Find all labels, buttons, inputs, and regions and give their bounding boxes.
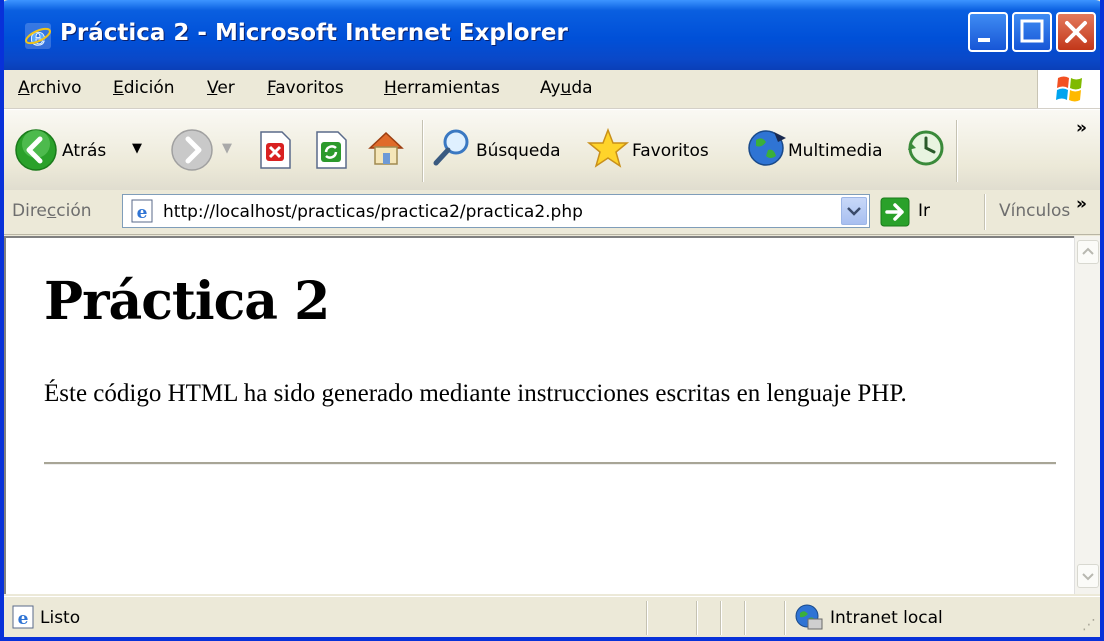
menu-bar: Archivo Edición Ver Favoritos Herramient… bbox=[4, 70, 1100, 109]
address-input[interactable]: e http://localhost/practicas/practica2/p… bbox=[122, 194, 870, 228]
status-separator bbox=[744, 601, 746, 635]
go-button[interactable] bbox=[880, 197, 910, 231]
browser-window: e Práctica 2 - Microsoft Internet Explor… bbox=[0, 0, 1104, 641]
minimize-button[interactable] bbox=[968, 12, 1008, 52]
menu-archivo[interactable]: Archivo bbox=[18, 78, 82, 98]
toolbar-separator-end bbox=[956, 120, 958, 182]
go-arrow-icon bbox=[880, 197, 910, 227]
window-title: Práctica 2 - Microsoft Internet Explorer bbox=[60, 20, 568, 46]
scroll-up-button[interactable] bbox=[1077, 240, 1099, 264]
minimize-icon bbox=[978, 38, 990, 42]
menu-favoritos[interactable]: Favoritos bbox=[267, 78, 344, 98]
intranet-zone-icon bbox=[794, 603, 824, 635]
media-button[interactable] bbox=[744, 126, 788, 175]
forward-dropdown-icon[interactable]: ▼ bbox=[222, 141, 232, 156]
svg-text:e: e bbox=[30, 22, 45, 50]
stop-button[interactable] bbox=[256, 130, 294, 175]
stop-icon bbox=[260, 131, 291, 169]
toolbar-chevron-icon[interactable]: » bbox=[1076, 118, 1087, 138]
menu-ver[interactable]: Ver bbox=[207, 78, 235, 98]
status-separator bbox=[646, 601, 648, 635]
ie-logo-icon: e bbox=[24, 22, 52, 51]
media-label[interactable]: Multimedia bbox=[788, 141, 883, 161]
forward-arrow-icon bbox=[171, 129, 213, 171]
windows-logo-icon bbox=[1037, 70, 1100, 108]
back-arrow-icon bbox=[15, 129, 57, 171]
address-url[interactable]: http://localhost/practicas/practica2/pra… bbox=[163, 202, 583, 222]
back-dropdown-icon[interactable]: ▼ bbox=[132, 141, 142, 156]
menu-edicion[interactable]: Edición bbox=[113, 78, 175, 98]
vertical-scrollbar[interactable] bbox=[1074, 236, 1100, 594]
close-icon bbox=[1065, 21, 1087, 43]
page-viewport: Práctica 2 Éste código HTML ha sido gene… bbox=[4, 236, 1074, 594]
toolbar-separator bbox=[422, 120, 424, 182]
chevron-up-icon bbox=[1082, 247, 1094, 255]
svg-text:e: e bbox=[137, 203, 148, 223]
svg-text:e: e bbox=[18, 609, 29, 629]
status-bar: e Listo Intranet local ⋰ bbox=[4, 596, 1100, 637]
address-dropdown-button[interactable] bbox=[841, 197, 867, 225]
history-button[interactable] bbox=[904, 126, 948, 175]
star-icon bbox=[586, 127, 630, 168]
search-label[interactable]: Búsqueda bbox=[476, 141, 561, 161]
address-separator bbox=[984, 194, 986, 230]
status-text: Listo bbox=[40, 608, 81, 628]
forward-button[interactable] bbox=[170, 128, 214, 177]
status-separator bbox=[720, 601, 722, 635]
back-label[interactable]: Atrás bbox=[62, 141, 106, 161]
page-paragraph: Éste código HTML ha sido generado median… bbox=[44, 380, 907, 407]
maximize-button[interactable] bbox=[1012, 12, 1052, 52]
status-separator bbox=[784, 601, 786, 635]
title-bar[interactable]: e Práctica 2 - Microsoft Internet Explor… bbox=[4, 0, 1100, 70]
back-button[interactable] bbox=[14, 128, 58, 172]
refresh-icon bbox=[316, 131, 347, 169]
media-globe-icon bbox=[748, 130, 786, 166]
standard-toolbar: Atrás ▼ ▼ Búsqueda Favoritos Multimedia … bbox=[4, 109, 1100, 191]
chevron-down-icon bbox=[847, 207, 861, 216]
history-icon bbox=[908, 130, 944, 166]
address-label: Dirección bbox=[12, 201, 92, 221]
menu-herramientas[interactable]: Herramientas bbox=[384, 78, 500, 98]
links-label[interactable]: Vínculos bbox=[999, 201, 1070, 221]
status-separator bbox=[696, 601, 698, 635]
close-button[interactable] bbox=[1056, 12, 1096, 52]
links-chevron-icon[interactable]: » bbox=[1076, 194, 1087, 214]
favorites-button[interactable] bbox=[586, 126, 630, 175]
home-button[interactable] bbox=[364, 126, 408, 175]
address-bar: Dirección e http://localhost/practicas/p… bbox=[4, 190, 1100, 235]
page-heading: Práctica 2 bbox=[44, 271, 330, 332]
zone-text: Intranet local bbox=[830, 608, 943, 628]
refresh-button[interactable] bbox=[312, 130, 350, 175]
go-label[interactable]: Ir bbox=[918, 201, 930, 221]
search-icon bbox=[433, 129, 469, 166]
page-icon: e bbox=[129, 198, 155, 228]
home-icon bbox=[368, 131, 404, 165]
menu-ayuda[interactable]: Ayuda bbox=[540, 78, 593, 98]
resize-grip-icon[interactable]: ⋰ bbox=[1082, 617, 1096, 633]
horizontal-rule bbox=[44, 462, 1056, 465]
chevron-down-scroll-icon bbox=[1082, 573, 1094, 581]
scroll-down-button[interactable] bbox=[1077, 564, 1099, 588]
page-status-icon: e bbox=[10, 604, 36, 634]
search-button[interactable] bbox=[430, 126, 474, 170]
maximize-icon bbox=[1020, 19, 1044, 43]
favorites-label[interactable]: Favoritos bbox=[632, 141, 709, 161]
